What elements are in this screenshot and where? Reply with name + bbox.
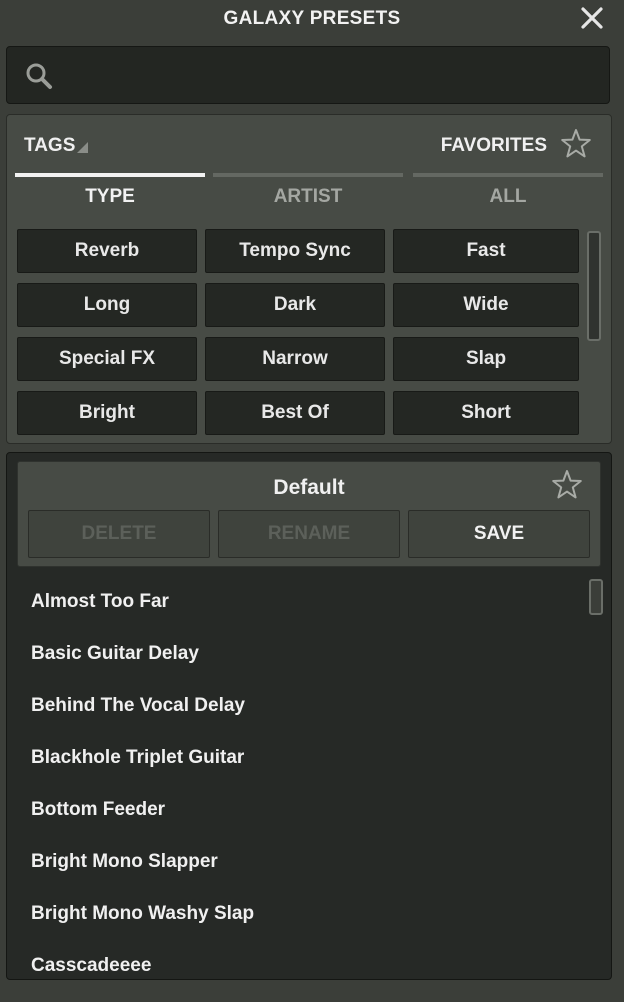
- list-item[interactable]: Bright Mono Slapper: [31, 851, 218, 873]
- tag-chip[interactable]: Special FX: [17, 337, 197, 381]
- list-item[interactable]: Basic Guitar Delay: [31, 643, 199, 665]
- current-preset-name: Default: [273, 476, 345, 499]
- tab-artist-label: ARTIST: [273, 186, 343, 207]
- save-button[interactable]: SAVE: [408, 510, 590, 558]
- presets-panel: Default DELETE RENAME SAVE Almost Too Fa…: [6, 452, 612, 980]
- tag-chip[interactable]: Tempo Sync: [205, 229, 385, 273]
- search-box: [6, 46, 610, 104]
- tab-type-label: TYPE: [85, 186, 135, 207]
- tag-chip[interactable]: Bright: [17, 391, 197, 435]
- header: GALAXY PRESETS: [0, 0, 624, 40]
- tag-chip[interactable]: Fast: [393, 229, 579, 273]
- tags-scrollbar[interactable]: [587, 231, 601, 341]
- favorites-label[interactable]: FAVORITES: [441, 135, 547, 157]
- current-preset-box: Default DELETE RENAME SAVE: [17, 461, 601, 567]
- list-item[interactable]: Almost Too Far: [31, 591, 169, 613]
- tag-chip[interactable]: Slap: [393, 337, 579, 381]
- close-icon: [581, 7, 603, 29]
- window-title: GALAXY PRESETS: [223, 8, 401, 29]
- tag-chip[interactable]: Long: [17, 283, 197, 327]
- tag-chip[interactable]: Narrow: [205, 337, 385, 381]
- preset-list-scrollbar[interactable]: [589, 579, 603, 615]
- search-input[interactable]: [65, 57, 599, 95]
- rename-button[interactable]: RENAME: [218, 510, 400, 558]
- tab-type[interactable]: TYPE: [15, 173, 205, 213]
- tags-dropdown[interactable]: TAGS: [24, 135, 89, 157]
- galaxy-presets-window: GALAXY PRESETS TAGS FAVORITES TYPE ARTIS…: [0, 0, 624, 1002]
- tab-all-label: ALL: [489, 186, 527, 207]
- tag-chip[interactable]: Reverb: [17, 229, 197, 273]
- tags-label: TAGS: [24, 135, 76, 156]
- favorite-star-icon[interactable]: [550, 468, 584, 502]
- tags-panel: TAGS FAVORITES TYPE ARTIST ALL Reverb Te…: [6, 114, 612, 444]
- tag-chip[interactable]: Dark: [205, 283, 385, 327]
- tab-artist[interactable]: ARTIST: [213, 173, 403, 213]
- tag-chip[interactable]: Best Of: [205, 391, 385, 435]
- list-item[interactable]: Blackhole Triplet Guitar: [31, 747, 244, 769]
- tag-chip[interactable]: Wide: [393, 283, 579, 327]
- list-item[interactable]: Bright Mono Washy Slap: [31, 903, 254, 925]
- tag-chip[interactable]: Short: [393, 391, 579, 435]
- list-item[interactable]: Behind The Vocal Delay: [31, 695, 245, 717]
- list-item[interactable]: Casscadeeee: [31, 955, 151, 977]
- star-icon[interactable]: [559, 127, 593, 161]
- close-button[interactable]: [578, 4, 606, 32]
- tab-all[interactable]: ALL: [413, 173, 603, 213]
- list-item[interactable]: Bottom Feeder: [31, 799, 165, 821]
- search-icon: [26, 63, 52, 89]
- delete-button[interactable]: DELETE: [28, 510, 210, 558]
- caret-icon: [77, 142, 89, 153]
